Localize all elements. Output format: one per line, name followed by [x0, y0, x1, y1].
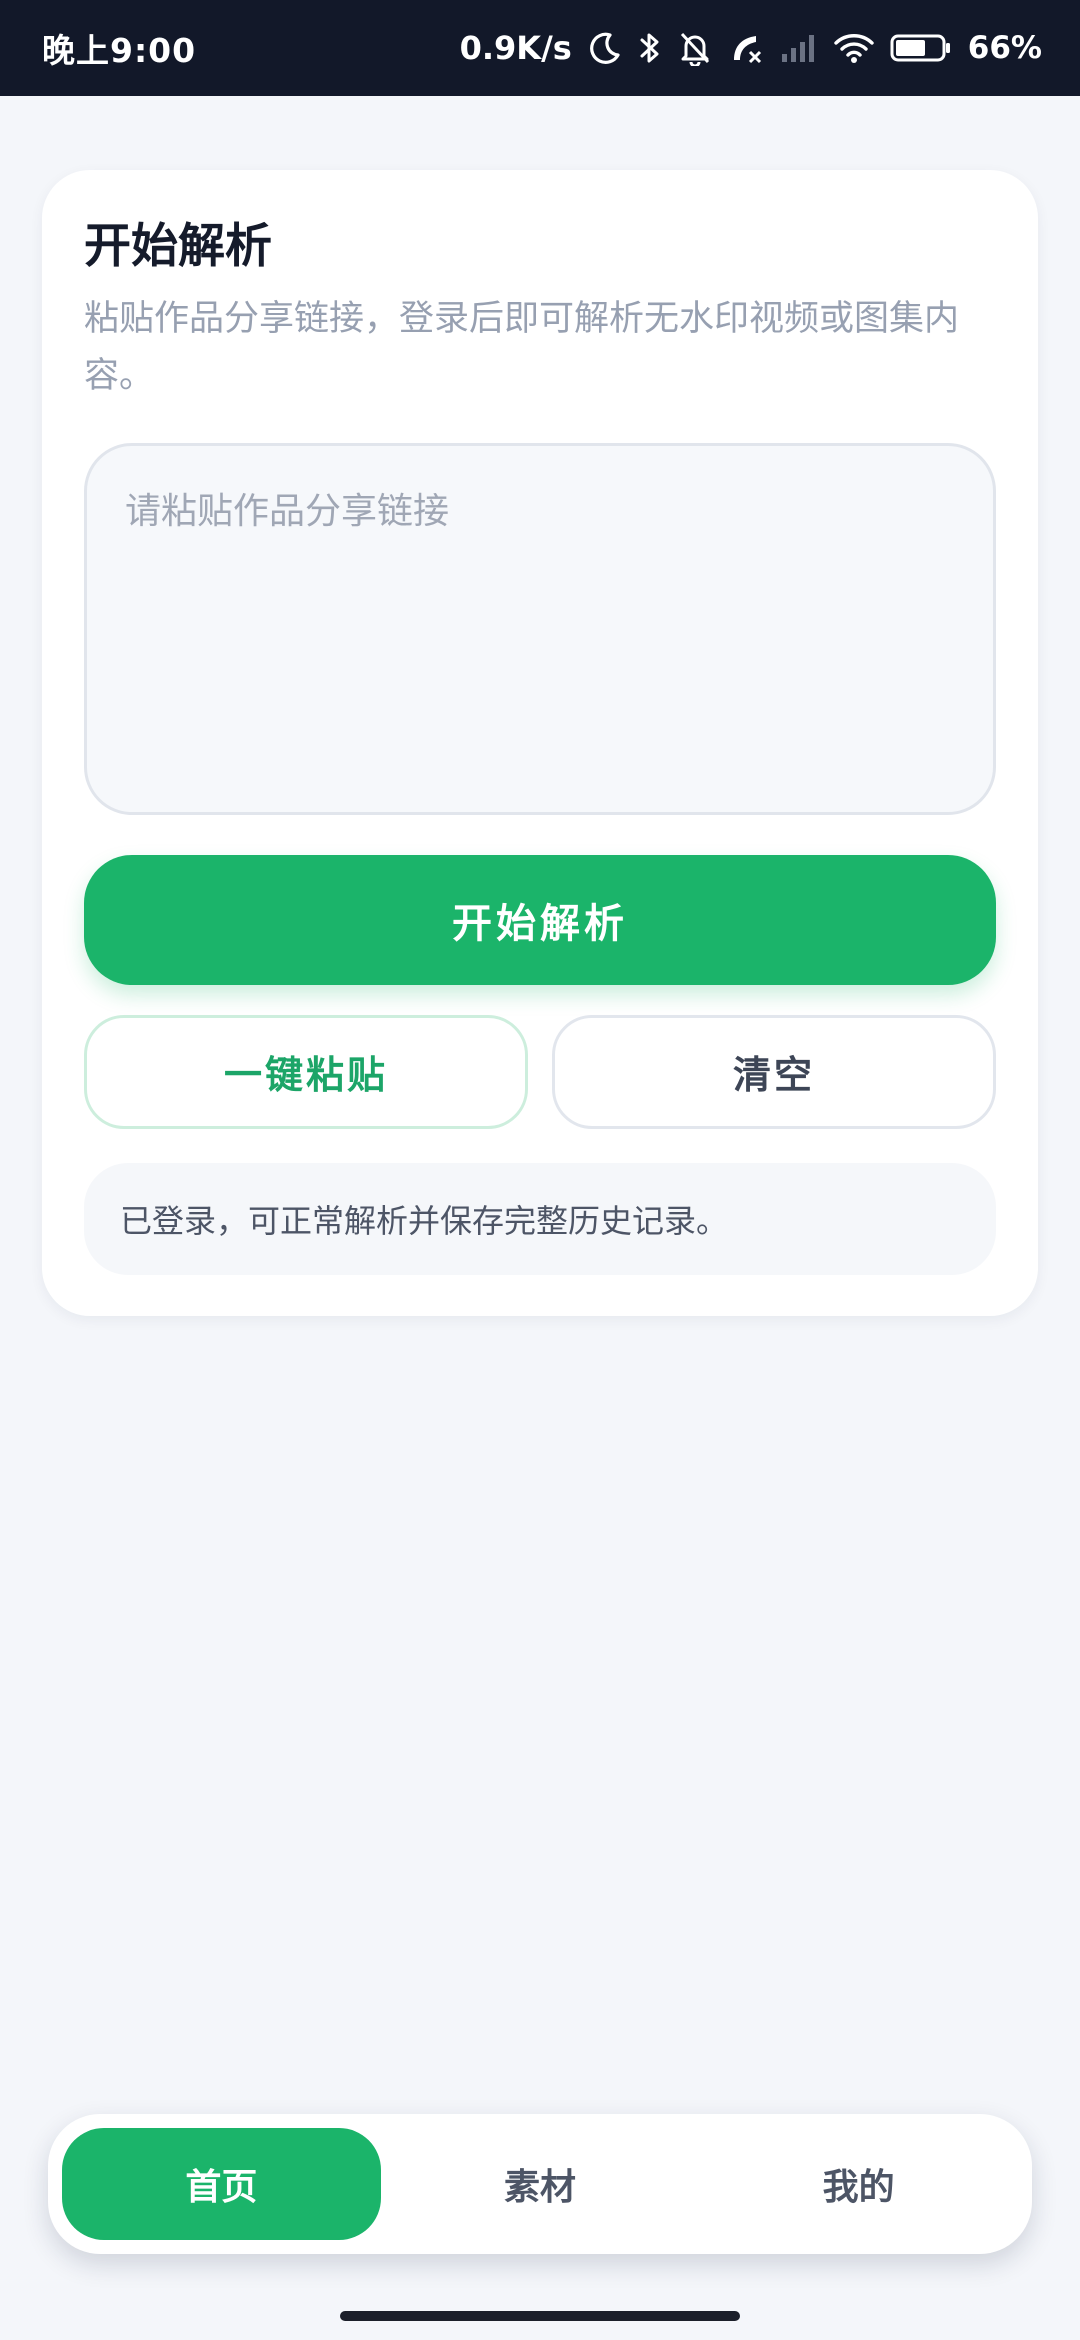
tab-home[interactable]: 首页	[62, 2128, 381, 2240]
share-link-input[interactable]	[84, 442, 996, 815]
action-row: 一键粘贴 清空	[84, 1014, 996, 1129]
home-indicator[interactable]	[340, 2311, 740, 2321]
call-missed-icon	[728, 30, 764, 66]
bell-muted-icon	[678, 30, 712, 66]
paste-button[interactable]: 一键粘贴	[84, 1014, 528, 1129]
status-bar: 晚上9:00 0.9K/s 66%	[0, 0, 1080, 96]
battery-percentage: 66%	[967, 30, 1042, 66]
bottom-tab-bar: 首页 素材 我的	[48, 2114, 1032, 2254]
wifi-icon	[834, 32, 874, 64]
tab-mine[interactable]: 我的	[699, 2128, 1018, 2240]
battery-icon	[890, 33, 952, 63]
signal-icon	[780, 32, 818, 64]
moon-icon	[588, 31, 622, 65]
status-indicators: 0.9K/s 66%	[460, 29, 1042, 67]
card-title: 开始解析	[84, 219, 272, 274]
card-description: 粘贴作品分享链接，登录后即可解析无水印视频或图集内容。	[84, 298, 960, 396]
tab-materials[interactable]: 素材	[381, 2128, 700, 2240]
start-parse-button[interactable]: 开始解析	[84, 854, 996, 985]
network-speed: 0.9K/s	[459, 29, 572, 67]
parse-card: 开始解析 粘贴作品分享链接，登录后即可解析无水印视频或图集内容。 开始解析 一键…	[42, 170, 1038, 1316]
status-time: 晚上9:00	[42, 31, 197, 70]
clear-button[interactable]: 清空	[552, 1014, 996, 1129]
login-status-notice: 已登录，可正常解析并保存完整历史记录。	[84, 1162, 996, 1275]
bluetooth-icon	[638, 30, 662, 66]
